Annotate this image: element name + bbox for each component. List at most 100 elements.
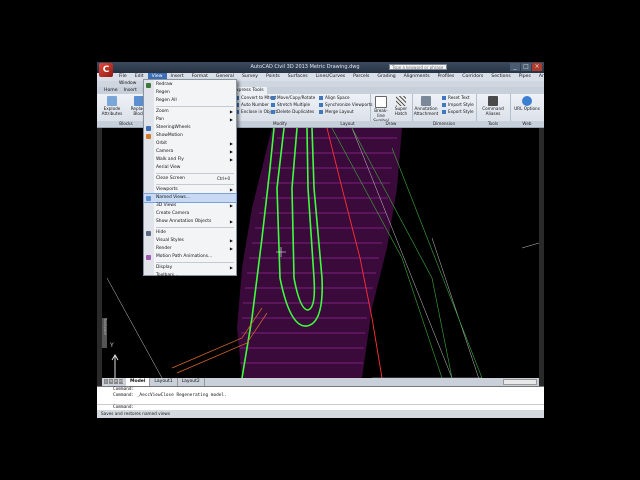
import-style-command[interactable]: Import Style xyxy=(442,102,474,108)
url-options-button[interactable]: URL Options xyxy=(512,96,542,112)
help-search-input[interactable]: Type a keyword or phrase xyxy=(389,64,447,70)
menu-item-label: 3D Views xyxy=(156,203,177,208)
menu-item-regen-all[interactable]: Regen All xyxy=(144,97,236,105)
menu-item-label: Orbit xyxy=(156,141,167,146)
last-tab-icon[interactable]: >| xyxy=(119,379,123,384)
menu-item-label: Aerial View xyxy=(156,165,181,170)
menu-item-clean-screen[interactable]: Clean Screen Ctrl+0 xyxy=(144,175,236,183)
menu-item-label: Camera xyxy=(156,149,174,154)
menu-item-label: Render xyxy=(156,246,172,251)
panel-label-tools: Tools xyxy=(476,121,510,127)
panel-tools: Command Aliases Tools xyxy=(476,94,511,127)
menu-item-show-annotation-objects[interactable]: Show Annotation Objects ▶ xyxy=(144,218,236,226)
menu-item-create-camera[interactable]: Create Camera xyxy=(144,210,236,218)
super-hatch-button[interactable]: Super Hatch xyxy=(391,96,411,117)
named-views-icon xyxy=(146,196,151,201)
menu-surfaces[interactable]: Surfaces xyxy=(284,73,312,81)
menu-item-walk-and-fly[interactable]: Walk and Fly ▶ xyxy=(144,156,236,164)
break-line-symbol-button[interactable]: Break-line Symbol xyxy=(371,96,391,123)
menu-item-showmotion[interactable]: ShowMotion xyxy=(144,132,236,140)
maximize-button[interactable]: □ xyxy=(521,63,531,71)
menu-points[interactable]: Points xyxy=(262,73,284,81)
annotation-attachment-button[interactable]: Annotation Attachment xyxy=(413,96,439,117)
submenu-arrow-icon: ▶ xyxy=(229,157,233,162)
menu-item-toolbars[interactable]: Toolbars... xyxy=(144,272,236,280)
break-line-icon xyxy=(375,96,387,108)
menu-item-label: Redraw xyxy=(156,82,173,87)
panel-label-modify: Modify xyxy=(235,121,325,127)
menu-item-viewports[interactable]: Viewports ▶ xyxy=(144,186,236,194)
menu-item-display[interactable]: Display ▶ xyxy=(144,264,236,272)
close-button[interactable]: × xyxy=(532,63,542,71)
menu-survey[interactable]: Survey xyxy=(238,73,262,81)
auto-number-command[interactable]: Auto Number xyxy=(235,102,269,108)
menu-item-redraw[interactable]: Redraw xyxy=(144,81,236,89)
export-style-command[interactable]: Export Style xyxy=(442,109,474,115)
menu-item-label: Hide xyxy=(156,230,167,235)
panel-label-web: Web xyxy=(510,121,544,127)
command-aliases-button[interactable]: Command Aliases xyxy=(478,96,508,117)
menu-pipes[interactable]: Pipes xyxy=(515,73,535,81)
menu-item-zoom[interactable]: Zoom ▶ xyxy=(144,108,236,116)
merge-layout-command[interactable]: Merge Layout xyxy=(319,109,354,115)
menu-separator xyxy=(156,262,234,263)
menu-item-steeringwheels[interactable]: SteeringWheels xyxy=(144,124,236,132)
menu-item-label: Zoom xyxy=(156,109,169,114)
command-aliases-icon xyxy=(488,96,498,106)
menu-item-camera[interactable]: Camera ▶ xyxy=(144,148,236,156)
horizontal-scrollbar[interactable] xyxy=(503,379,537,385)
submenu-arrow-icon: ▶ xyxy=(229,149,233,154)
explode-attributes-button[interactable]: Explode Attributes xyxy=(99,96,125,117)
menu-item-render[interactable]: Render ▶ xyxy=(144,245,236,253)
annotation-attachment-icon xyxy=(421,96,431,106)
menu-item-hide[interactable]: Hide xyxy=(144,229,236,237)
redraw-icon xyxy=(146,83,151,88)
menu-sections[interactable]: Sections xyxy=(487,73,514,81)
tab-home[interactable]: Home xyxy=(101,87,121,94)
reset-text-command[interactable]: Reset Text xyxy=(442,95,470,101)
menu-item-3d-views[interactable]: 3D Views ▶ xyxy=(144,202,236,210)
panel-draw: Break-line Symbol Super Hatch Draw xyxy=(370,94,413,127)
layout-tab-layout1[interactable]: Layout1 xyxy=(150,378,178,386)
menu-item-label: Show Annotation Objects xyxy=(156,219,212,224)
tab-insert[interactable]: Insert xyxy=(121,87,140,94)
toolspace-handle[interactable]: Toolspace xyxy=(102,318,107,348)
move-copy-rotate-command[interactable]: Move/Copy/Rotate xyxy=(271,95,315,101)
explode-attributes-icon xyxy=(107,96,117,106)
menu-item-label: Regen xyxy=(156,90,170,95)
first-tab-icon[interactable]: |< xyxy=(104,379,108,388)
menu-parcels[interactable]: Parcels xyxy=(349,73,373,81)
view-menu-dropdown: Redraw Regen Regen All Zoom ▶ Pan ▶ SteeringWhe… xyxy=(143,79,237,278)
menu-item-orbit[interactable]: Orbit ▶ xyxy=(144,140,236,148)
menu-alignments[interactable]: Alignments xyxy=(400,73,434,81)
menu-item-aerial-view[interactable]: Aerial View xyxy=(144,164,236,172)
layout-tab-layout2[interactable]: Layout2 xyxy=(178,378,205,386)
menu-item-label: Regen All xyxy=(156,98,177,103)
menu-grading[interactable]: Grading xyxy=(373,73,399,81)
prev-tab-icon[interactable]: < xyxy=(109,379,113,384)
export-style-icon xyxy=(442,110,446,114)
menu-item-visual-styles[interactable]: Visual Styles ▶ xyxy=(144,237,236,245)
menu-item-motion-path-animations[interactable]: Motion Path Animations... xyxy=(144,253,236,261)
delete-duplicates-command[interactable]: Delete Duplicates xyxy=(271,109,314,115)
menu-profiles[interactable]: Profiles xyxy=(434,73,459,81)
menu-corridors[interactable]: Corridors xyxy=(458,73,487,81)
minimize-button[interactable]: _ xyxy=(510,63,520,71)
menu-item-pan[interactable]: Pan ▶ xyxy=(144,116,236,124)
stretch-multiple-command[interactable]: Stretch Multiple xyxy=(271,102,310,108)
menu-item-named-views[interactable]: Named Views... xyxy=(143,193,237,203)
next-tab-icon[interactable]: > xyxy=(114,379,118,384)
super-hatch-icon xyxy=(396,96,406,106)
align-space-command[interactable]: Align Space xyxy=(319,95,350,101)
application-menu-button[interactable]: C xyxy=(99,63,113,77)
menu-annotation[interactable]: Annotation xyxy=(535,73,544,81)
synchronize-viewports-command[interactable]: Synchronize Viewports xyxy=(319,102,373,108)
menu-item-regen[interactable]: Regen xyxy=(144,89,236,97)
cursor-crosshair xyxy=(276,247,286,257)
menu-file[interactable]: File xyxy=(115,73,131,81)
menu-lines-curves[interactable]: Lines/Curves xyxy=(312,73,349,81)
panel-label-draw: Draw xyxy=(370,121,412,127)
layout-tab-model[interactable]: Model xyxy=(126,378,151,386)
menu-item-label: ShowMotion xyxy=(156,133,183,138)
stretch-icon xyxy=(271,103,275,107)
